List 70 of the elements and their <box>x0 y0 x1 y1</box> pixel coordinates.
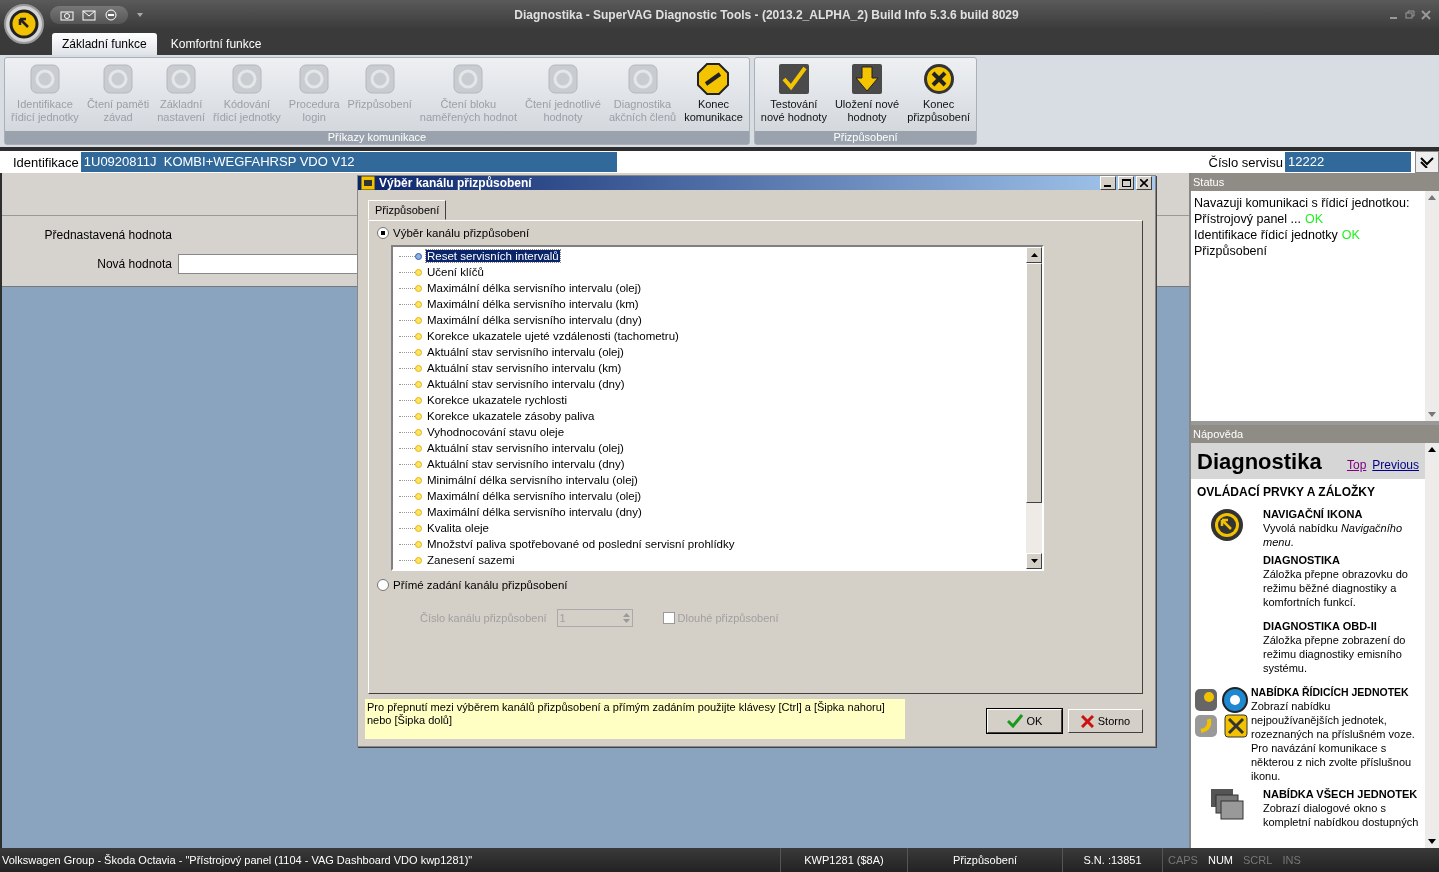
channel-item[interactable]: Aktuální stav servisního intervalu (km) <box>426 362 623 374</box>
help-entry-text: Záložka přepne zobrazení do režimu diagnostiky emisního systému. <box>1263 633 1407 675</box>
key-lock-indicator: CAPS <box>1167 854 1199 866</box>
channel-item[interactable]: Aktuální stav servisního intervalu (dny) <box>426 378 626 390</box>
preset-value-label: Přednastavená hodnota <box>43 228 173 242</box>
ribbon-button[interactable]: Konec komunikace <box>680 60 747 131</box>
dialog-button[interactable]: OK <box>987 709 1062 733</box>
status-text: KWP1281 ($8A) <box>781 848 908 872</box>
help-heading: Diagnostika <box>1197 449 1322 475</box>
channel-item[interactable]: Vyhodnocování stavu oleje <box>426 426 566 438</box>
radio-button[interactable]: Přímé zadání kanálu přizpůsobení <box>377 579 1134 591</box>
channel-item[interactable]: Množství paliva spotřebované od poslední servisní prohlídky <box>426 538 736 550</box>
channel-item[interactable]: Korekce ukazatele zásoby paliva <box>426 410 596 422</box>
field-label: Identifikace <box>13 154 80 170</box>
key-lock-indicator: NUM <box>1206 854 1235 866</box>
group-label: Přizpůsobení <box>754 131 977 144</box>
channel-item[interactable]: Aktuální stav servisního intervalu (olej) <box>426 346 625 358</box>
status-line: Přístrojový panel ... OK <box>1194 211 1325 227</box>
field-value: 12222 <box>1285 152 1411 172</box>
panel-title: Status <box>1191 173 1439 191</box>
window-title: Diagnostika - SuperVAG Diagnostic Tools - (2013.2_ALPHA_2) Build Info 5.3.6 build 8029 <box>513 8 1020 22</box>
status-line: Přizpůsobení <box>1194 243 1268 259</box>
ribbon-button[interactable]: Testování nové hodnoty <box>756 60 831 131</box>
key-lock-indicator: SCRL <box>1242 854 1274 866</box>
channel-item[interactable]: Maximální délka servisního intervalu (km) <box>426 298 640 310</box>
key-lock-indicator: INS <box>1281 854 1302 866</box>
help-entry-text: Záložka přepne obrazovku do režimu běžné diagnostiky a komfortních funkcí. <box>1263 567 1409 609</box>
help-entry-text: Zobrazí dialogové okno s kompletní nabídkou dostupných <box>1263 801 1420 829</box>
help-link[interactable]: Previous <box>1372 458 1419 472</box>
channel-item[interactable]: Minimální délka servisního intervalu (olej) <box>426 474 639 486</box>
help-entry-title: NABÍDKA VŠECH JEDNOTEK <box>1263 787 1419 801</box>
group-label: Příkazy komunikace <box>5 131 749 144</box>
channel-item[interactable]: Maximální délka servisního intervalu (dny) <box>426 314 643 326</box>
channel-item[interactable]: Korekce ukazatele rychlosti <box>426 394 568 406</box>
dialog-button[interactable]: Storno <box>1068 709 1143 733</box>
help-entry-text: Vyvolá nabídku Navigačního menu. <box>1263 521 1404 549</box>
field-label: Číslo servisu <box>1208 154 1284 170</box>
channel-item[interactable]: Zanesení sazemi <box>426 554 516 566</box>
channel-item[interactable]: Kvalita oleje <box>426 522 490 534</box>
channel-item[interactable]: Učení klíčů <box>426 266 485 278</box>
channel-item[interactable]: Korekce ukazatele ujeté vzdálenosti (tachometru) <box>426 330 680 342</box>
panel-title: Nápověda <box>1191 425 1439 443</box>
ribbon-tab[interactable]: Komfortní funkce <box>160 33 272 55</box>
status-text: Volkswagen Group - Škoda Octavia - "Přístrojový panel (1104 - VAG Dashboard VDO kwp1281)" <box>0 848 781 872</box>
hint-text: Pro přepnutí mezi výběrem kanálů přizpůsobení a přímým zadáním použijte klávesy [Ctrl] a [Šipka nahoru] nebo [Šipka dolů] <box>365 699 905 739</box>
help-entry-title: NABÍDKA ŘÍDICÍCH JEDNOTEK <box>1251 685 1410 699</box>
help-entry-title: DIAGNOSTIKA <box>1263 553 1341 567</box>
channel-item[interactable]: Maximální délka servisního intervalu (dny) <box>426 506 643 518</box>
channel-item[interactable]: Aktuální stav servisního intervalu (olej) <box>426 442 625 454</box>
radio-button[interactable]: Výběr kanálu přizpůsobení <box>377 227 1134 239</box>
channel-item[interactable]: Maximální délka servisního intervalu (olej) <box>426 282 643 294</box>
help-entry-title: NAVIGAČNÍ IKONA <box>1263 507 1364 521</box>
help-subtitle: OVLÁDACÍ PRVKY A ZÁLOŽKY <box>1196 483 1376 501</box>
channel-item[interactable]: Maximální délka servisního intervalu (olej) <box>426 490 643 502</box>
help-entry-text: Zobrazí nabídku nejpoužívanějších jednotek, rozeznaných na příslušném voze. Pro navázání komunikace s některou z nich zvolte příslušnou ikonu. <box>1251 699 1416 783</box>
ribbon-button[interactable]: Konec přizpůsobení <box>903 60 975 131</box>
help-link[interactable]: Top <box>1346 458 1367 472</box>
help-entry-title: DIAGNOSTIKA OBD-II <box>1263 619 1378 633</box>
status-line: Navazuji komunikaci s řídicí jednotkou: <box>1194 195 1411 211</box>
status-text: Přizpůsobení <box>908 848 1063 872</box>
status-text: S.N. :13851 <box>1063 848 1163 872</box>
new-value-label: Nová hodnota <box>96 257 173 271</box>
channel-item[interactable]: Aktuální stav servisního intervalu (dny) <box>426 458 626 470</box>
dialog-tab[interactable]: Přizpůsobení <box>368 200 447 220</box>
field-value: 1U0920811J KOMBI+WEGFAHRSP VDO V12 <box>80 152 617 172</box>
status-line: Identifikace řídicí jednotky OK <box>1194 227 1361 243</box>
dialog-title: Výběr kanálu přizpůsobení <box>379 176 533 190</box>
ribbon-button[interactable]: Uložení nové hodnoty <box>830 60 904 131</box>
channel-item[interactable]: Reset servisních intervalů <box>426 250 560 262</box>
ribbon-tab[interactable]: Základní funkce <box>52 33 157 55</box>
